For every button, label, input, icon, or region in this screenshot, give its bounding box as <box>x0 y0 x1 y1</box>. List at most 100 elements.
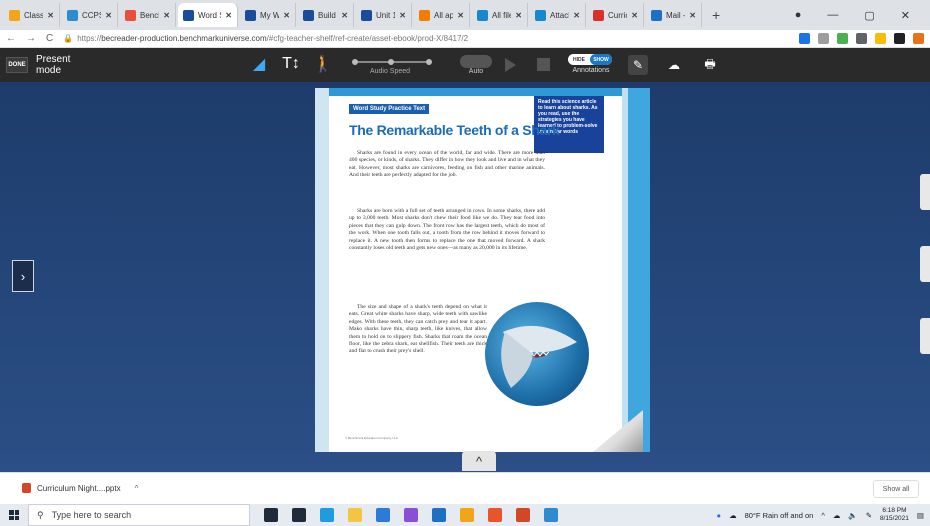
new-tab-button[interactable]: + <box>704 7 728 23</box>
url-field[interactable]: 🔒 https://becreader-production.benchmark… <box>63 31 789 47</box>
extension-icon[interactable] <box>837 33 848 44</box>
chevron-up-icon[interactable]: ^ <box>135 484 139 493</box>
help-icon[interactable]: ● <box>717 511 722 520</box>
network-icon[interactable]: ☁ <box>833 511 841 520</box>
taskbar-apps <box>264 508 558 522</box>
minimize-button[interactable]: — <box>827 9 838 21</box>
taskbar-app-icon[interactable] <box>264 508 278 522</box>
tab-favicon-icon <box>245 9 256 21</box>
tab-close-icon[interactable]: ✕ <box>283 11 290 20</box>
tab-title: Build R <box>318 10 337 20</box>
print-icon[interactable]: 🖶 <box>700 55 720 75</box>
notifications-icon[interactable]: ▤ <box>917 511 924 520</box>
taskbar-app-icon[interactable] <box>376 508 390 522</box>
browser-tab[interactable]: Mail - ✕ <box>646 3 702 27</box>
reload-button[interactable]: C <box>46 33 53 44</box>
browser-tab[interactable]: My Wor ✕ <box>240 3 296 27</box>
show-option[interactable]: SHOW <box>590 54 612 65</box>
tab-favicon-icon <box>419 9 430 21</box>
profile-icon[interactable]: ● <box>795 9 802 21</box>
browser-tab[interactable]: Benchm ✕ <box>120 3 176 27</box>
show-all-button[interactable]: Show all <box>873 480 919 498</box>
tab-close-icon[interactable]: ✕ <box>631 11 638 20</box>
address-bar: ← → C 🔒 https://becreader-production.ben… <box>0 30 930 48</box>
tab-strip: ClassDo✕CCPS✕Benchm✕Word St✕My Wor✕Build… <box>0 0 930 30</box>
stop-icon[interactable] <box>537 58 550 71</box>
tab-close-icon[interactable]: ✕ <box>225 11 232 20</box>
section-label: Word Study Practice Text <box>349 104 430 114</box>
hide-show-switch[interactable]: HIDE SHOW <box>568 54 612 65</box>
tray-chevron-icon[interactable]: ^ <box>821 511 825 520</box>
taskbar-app-icon[interactable] <box>544 508 558 522</box>
taskbar-app-icon[interactable] <box>292 508 306 522</box>
auto-label: Auto <box>468 68 484 75</box>
taskbar-app-icon[interactable] <box>432 508 446 522</box>
back-button[interactable]: ← <box>6 33 16 44</box>
extension-icon[interactable] <box>799 33 810 44</box>
browser-tab[interactable]: Curricu ✕ <box>588 3 644 27</box>
audio-speed-slider[interactable]: Audio Speed <box>340 52 440 78</box>
browser-tab[interactable]: Unit 1 A ✕ <box>356 3 412 27</box>
taskbar-app-icon[interactable] <box>516 508 530 522</box>
window-controls: ● — ▢ ✕ <box>795 0 930 30</box>
hide-option[interactable]: HIDE <box>568 54 590 65</box>
weather-text[interactable]: 80°F Rain off and on <box>745 511 814 520</box>
tab-close-icon[interactable]: ✕ <box>163 11 170 20</box>
pen-icon[interactable]: ✎ <box>866 511 872 520</box>
clock[interactable]: 6:18 PM 8/15/2021 <box>880 507 909 523</box>
extension-icon[interactable] <box>894 33 905 44</box>
tab-title: Benchm <box>140 10 159 20</box>
taskbar-app-icon[interactable] <box>320 508 334 522</box>
tab-close-icon[interactable]: ✕ <box>515 11 522 20</box>
previous-page-button[interactable]: › <box>12 260 34 292</box>
forward-button[interactable]: → <box>26 33 36 44</box>
browser-tab[interactable]: Build R ✕ <box>298 3 354 27</box>
highlighter-icon[interactable]: ◢ <box>250 54 268 74</box>
present-mode-label[interactable]: Present mode <box>36 54 96 76</box>
browser-tab[interactable]: Attachm ✕ <box>530 3 586 27</box>
taskbar-app-icon[interactable] <box>460 508 474 522</box>
tab-close-icon[interactable]: ✕ <box>399 11 406 20</box>
annotations-toggle[interactable]: HIDE SHOW Annotations <box>566 52 616 79</box>
tab-close-icon[interactable]: ✕ <box>457 11 464 20</box>
taskbar-app-icon[interactable] <box>348 508 362 522</box>
browser-tab[interactable]: Word St ✕ <box>178 3 238 27</box>
extension-icon[interactable] <box>913 33 924 44</box>
tab-close-icon[interactable]: ✕ <box>573 11 580 20</box>
volume-icon[interactable]: 🔈 <box>848 511 857 520</box>
tab-close-icon[interactable]: ✕ <box>47 11 54 20</box>
right-panel-tab[interactable] <box>920 174 930 210</box>
notes-icon[interactable]: ✎ <box>628 55 648 75</box>
taskbar-search[interactable]: ⚲ Type here to search <box>28 504 250 526</box>
close-window-button[interactable]: ✕ <box>901 9 910 22</box>
tab-title: CCPS <box>82 10 101 20</box>
auto-switch[interactable] <box>460 55 492 68</box>
taskbar-app-icon[interactable] <box>488 508 502 522</box>
extension-icon[interactable] <box>875 33 886 44</box>
tab-close-icon[interactable]: ✕ <box>105 11 112 20</box>
upload-icon[interactable]: ☁ <box>664 55 684 75</box>
start-button[interactable] <box>0 510 28 520</box>
play-icon[interactable] <box>505 58 516 72</box>
tab-close-icon[interactable]: ✕ <box>341 11 348 20</box>
tab-close-icon[interactable]: ✕ <box>689 11 696 20</box>
extension-icon[interactable] <box>818 33 829 44</box>
extension-icon[interactable] <box>856 33 867 44</box>
page-right-border <box>628 88 650 452</box>
speed-knob[interactable] <box>388 59 394 65</box>
maximize-button[interactable]: ▢ <box>864 9 874 22</box>
auto-toggle[interactable]: Auto <box>458 52 498 78</box>
accessibility-icon[interactable]: 🚶 <box>313 54 333 74</box>
browser-tab[interactable]: ClassDo✕ <box>4 3 60 27</box>
taskbar-app-icon[interactable] <box>404 508 418 522</box>
text-size-icon[interactable]: T↕ <box>282 54 300 74</box>
tab-title: Unit 1 A <box>376 10 395 20</box>
right-panel-tab[interactable] <box>920 246 930 282</box>
download-item[interactable]: Curriculum Night....pptx ^ <box>22 483 138 493</box>
thumbnail-toggle-button[interactable]: ^ <box>462 451 496 471</box>
done-button[interactable]: DONE <box>6 57 28 73</box>
browser-tab[interactable]: All files ✕ <box>472 3 528 27</box>
right-panel-tab[interactable] <box>920 318 930 354</box>
browser-tab[interactable]: CCPS ✕ <box>62 3 118 27</box>
browser-tab[interactable]: All app ✕ <box>414 3 470 27</box>
